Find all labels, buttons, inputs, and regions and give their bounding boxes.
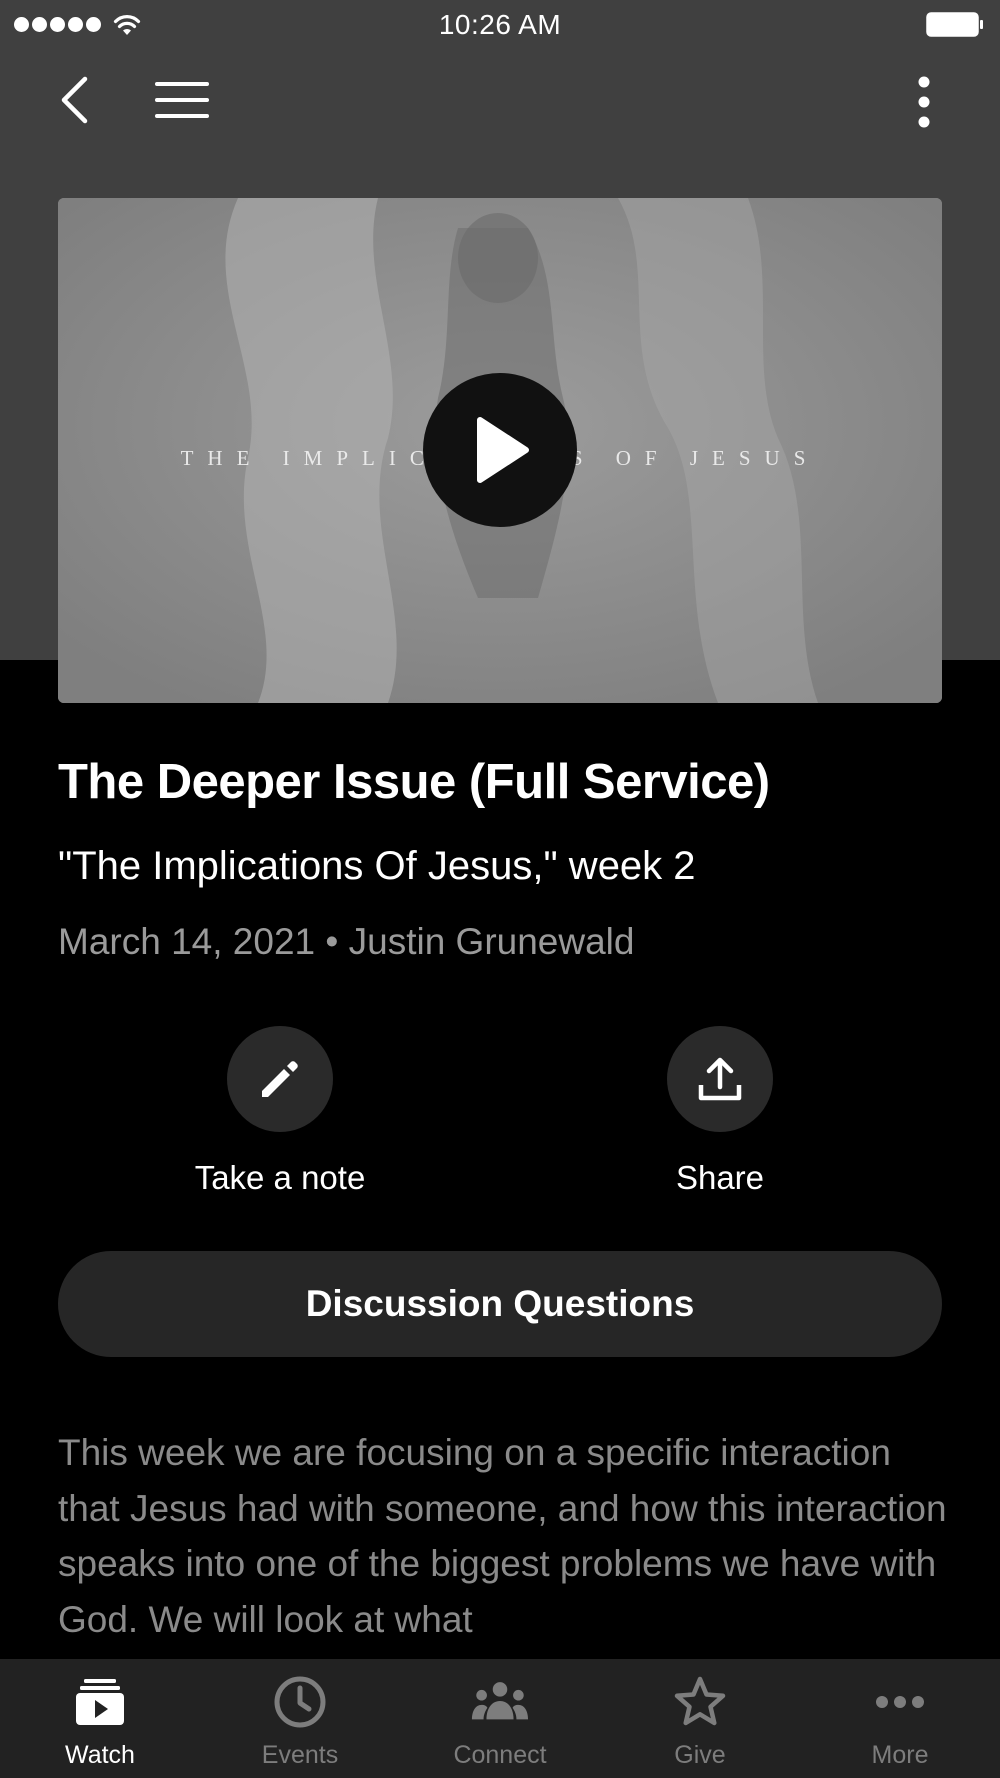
tab-label: Watch xyxy=(65,1741,135,1769)
clock-icon xyxy=(274,1676,326,1728)
share-action[interactable]: Share xyxy=(610,1026,830,1206)
tab-more[interactable]: More xyxy=(800,1659,1000,1778)
more-dots-icon xyxy=(876,1696,924,1708)
menu-button[interactable] xyxy=(148,72,216,128)
tab-connect[interactable]: Connect xyxy=(400,1659,600,1778)
take-note-action[interactable]: Take a note xyxy=(170,1026,390,1206)
share-label: Share xyxy=(675,1159,765,1196)
hamburger-menu-icon xyxy=(155,82,209,118)
description-text: This week we are focusing on a specific … xyxy=(58,1432,947,1640)
tab-watch[interactable]: Watch xyxy=(0,1659,200,1778)
vertical-dots-icon xyxy=(918,76,930,128)
tab-label: More xyxy=(871,1741,929,1769)
status-time: 10:26 AM xyxy=(438,9,562,40)
tab-label: Connect xyxy=(453,1741,547,1769)
take-note-button[interactable] xyxy=(227,1026,333,1132)
play-icon xyxy=(477,417,529,483)
video-player[interactable]: THE IMPLICATIONS OF JESUS xyxy=(58,198,942,703)
more-options-button[interactable] xyxy=(900,70,948,134)
chevron-left-icon xyxy=(61,76,88,124)
share-upload-icon xyxy=(698,1057,742,1101)
back-button[interactable] xyxy=(48,70,100,130)
tab-events[interactable]: Events xyxy=(200,1659,400,1778)
take-note-label: Take a note xyxy=(194,1159,366,1196)
tab-bar: Watch Events Connect Give More xyxy=(0,1659,1000,1778)
battery-icon xyxy=(926,12,983,37)
date-author-meta: March 14, 2021 • Justin Grunewald xyxy=(58,921,635,962)
star-icon xyxy=(674,1676,726,1726)
share-button[interactable] xyxy=(667,1026,773,1132)
discussion-questions-button[interactable]: Discussion Questions xyxy=(58,1251,942,1357)
video-library-icon xyxy=(76,1679,124,1725)
tab-give[interactable]: Give xyxy=(600,1659,800,1778)
people-icon xyxy=(471,1682,529,1720)
tab-label: Events xyxy=(261,1741,339,1769)
series-subtitle: "The Implications Of Jesus," week 2 xyxy=(58,844,696,888)
pencil-icon xyxy=(262,1061,298,1097)
play-button[interactable] xyxy=(423,373,577,527)
tab-label: Give xyxy=(674,1741,726,1769)
page-title: The Deeper Issue (Full Service) xyxy=(58,755,770,809)
status-bar: 10:26 AM xyxy=(0,0,1000,50)
